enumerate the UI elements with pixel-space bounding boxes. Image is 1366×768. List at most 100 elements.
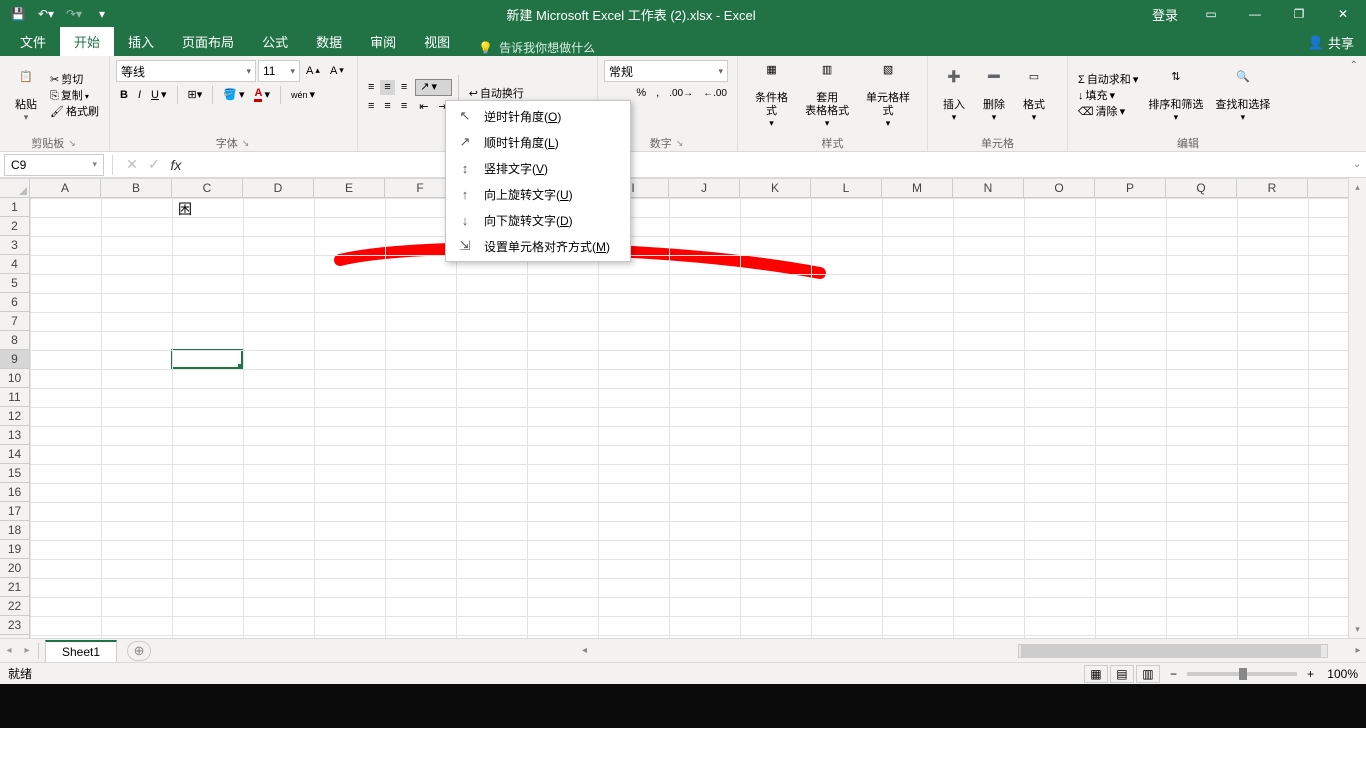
font-name-combo[interactable]: 等线▾ [116, 60, 256, 82]
number-format-combo[interactable]: 常规▾ [604, 60, 728, 82]
scroll-up-icon[interactable]: ▴ [1349, 178, 1366, 196]
row-header[interactable]: 18 [0, 521, 29, 540]
phonetic-button[interactable]: wén▾ [287, 88, 319, 103]
align-left-icon[interactable]: ≡ [364, 99, 378, 114]
percent-button[interactable]: % [632, 86, 650, 101]
comma-button[interactable]: , [652, 86, 663, 101]
col-header[interactable]: P [1095, 179, 1166, 197]
add-sheet-button[interactable]: ⊕ [127, 641, 151, 661]
col-header[interactable]: E [314, 179, 385, 197]
row-headers[interactable]: 1234567891011121314151617181920212223 [0, 198, 30, 638]
align-bottom-icon[interactable]: ≡ [397, 80, 411, 95]
tab-文件[interactable]: 文件 [6, 27, 60, 56]
maximize-icon[interactable]: ❐ [1278, 0, 1320, 28]
format-painter-button[interactable]: 🖌格式刷 [46, 105, 103, 120]
sheet-tab[interactable]: Sheet1 [45, 640, 117, 662]
tab-数据[interactable]: 数据 [302, 27, 356, 56]
save-icon[interactable]: 💾 [6, 3, 30, 25]
tab-视图[interactable]: 视图 [410, 27, 464, 56]
row-header[interactable]: 15 [0, 464, 29, 483]
orient-menu-item[interactable]: ↕竖排文字(V) [446, 155, 630, 181]
row-header[interactable]: 12 [0, 407, 29, 426]
name-box[interactable]: C9▾ [4, 154, 104, 176]
zoom-in-icon[interactable]: + [1307, 667, 1314, 681]
decrease-font-icon[interactable]: A▾ [326, 64, 348, 79]
row-header[interactable]: 21 [0, 578, 29, 597]
insert-cells-button[interactable]: ➕插入▾ [934, 69, 974, 125]
col-header[interactable]: J [669, 179, 740, 197]
orient-menu-item[interactable]: ↑向上旋转文字(U) [446, 181, 630, 207]
row-header[interactable]: 9 [0, 350, 29, 369]
conditional-format-button[interactable]: ▦条件格式▾ [744, 62, 799, 131]
row-header[interactable]: 3 [0, 236, 29, 255]
orientation-button[interactable]: ↗▾ [415, 79, 451, 96]
col-header[interactable]: R [1237, 179, 1308, 197]
tab-插入[interactable]: 插入 [114, 27, 168, 56]
row-header[interactable]: 14 [0, 445, 29, 464]
qa-customize-icon[interactable]: ▾ [90, 3, 114, 25]
decrease-decimal-icon[interactable]: ←.00 [699, 87, 731, 101]
scroll-down-icon[interactable]: ▾ [1349, 620, 1366, 638]
align-center-icon[interactable]: ≡ [380, 99, 394, 114]
page-layout-view-icon[interactable]: ▤ [1110, 665, 1134, 683]
bold-button[interactable]: B [116, 88, 132, 103]
col-header[interactable]: C [172, 179, 243, 197]
orient-menu-item[interactable]: ⇲设置单元格对齐方式(M) [446, 233, 630, 259]
row-header[interactable]: 8 [0, 331, 29, 350]
fill-button[interactable]: ↓填充▾ [1074, 89, 1142, 104]
font-color-button[interactable]: A▾ [250, 86, 273, 104]
normal-view-icon[interactable]: ▦ [1084, 665, 1108, 683]
row-header[interactable]: 4 [0, 255, 29, 274]
row-header[interactable]: 10 [0, 369, 29, 388]
format-cells-button[interactable]: ▭格式▾ [1014, 69, 1054, 125]
italic-button[interactable]: I [134, 88, 145, 103]
row-header[interactable]: 11 [0, 388, 29, 407]
row-header[interactable]: 13 [0, 426, 29, 445]
zoom-out-icon[interactable]: − [1170, 667, 1177, 681]
font-size-combo[interactable]: 11▾ [258, 60, 300, 82]
tab-公式[interactable]: 公式 [248, 27, 302, 56]
row-header[interactable]: 17 [0, 502, 29, 521]
row-header[interactable]: 2 [0, 217, 29, 236]
col-header[interactable]: M [882, 179, 953, 197]
cancel-formula-icon[interactable]: ✕ [121, 156, 143, 173]
login-button[interactable]: 登录 [1142, 0, 1188, 28]
col-header[interactable]: N [953, 179, 1024, 197]
row-header[interactable]: 22 [0, 597, 29, 616]
format-as-table-button[interactable]: ▥套用 表格格式▾ [799, 62, 855, 131]
page-break-view-icon[interactable]: ▥ [1136, 665, 1160, 683]
align-right-icon[interactable]: ≡ [397, 99, 411, 114]
collapse-ribbon-icon[interactable]: ⌃ [1346, 56, 1362, 75]
sheet-nav-next-icon[interactable]: ▸ [18, 645, 36, 656]
zoom-slider[interactable] [1187, 672, 1297, 676]
increase-font-icon[interactable]: A▴ [302, 64, 324, 79]
vertical-scrollbar[interactable]: ▴ ▾ [1348, 178, 1366, 638]
row-header[interactable]: 6 [0, 293, 29, 312]
copy-button[interactable]: ⎘复制▾ [46, 89, 103, 104]
tab-审阅[interactable]: 审阅 [356, 27, 410, 56]
col-header[interactable]: B [101, 179, 172, 197]
autosum-button[interactable]: Σ自动求和▾ [1074, 73, 1142, 88]
col-header[interactable]: O [1024, 179, 1095, 197]
fx-icon[interactable]: fx [165, 157, 187, 173]
row-header[interactable]: 16 [0, 483, 29, 502]
horizontal-scrollbar[interactable] [1018, 644, 1328, 658]
row-header[interactable]: 19 [0, 540, 29, 559]
hscroll-left-icon[interactable]: ◂ [577, 645, 593, 656]
align-middle-icon[interactable]: ≡ [380, 80, 394, 95]
enter-formula-icon[interactable]: ✓ [143, 156, 165, 173]
row-header[interactable]: 20 [0, 559, 29, 578]
cell-styles-button[interactable]: ▧单元格样式▾ [855, 62, 921, 131]
expand-formula-icon[interactable]: ⌄ [1348, 159, 1366, 170]
delete-cells-button[interactable]: ➖删除▾ [974, 69, 1014, 125]
row-header[interactable]: 23 [0, 616, 29, 635]
decrease-indent-icon[interactable]: ⇤ [415, 100, 432, 115]
paste-button[interactable]: 📋 粘贴 ▾ [6, 69, 46, 125]
undo-icon[interactable]: ↶▾ [34, 3, 58, 25]
sheet-nav-prev-icon[interactable]: ◂ [0, 645, 18, 656]
redo-icon[interactable]: ↷▾ [62, 3, 86, 25]
clear-button[interactable]: ⌫清除▾ [1074, 105, 1142, 120]
minimize-icon[interactable]: — [1234, 0, 1276, 28]
row-header[interactable]: 5 [0, 274, 29, 293]
cell-c1[interactable]: 困 [178, 199, 192, 219]
